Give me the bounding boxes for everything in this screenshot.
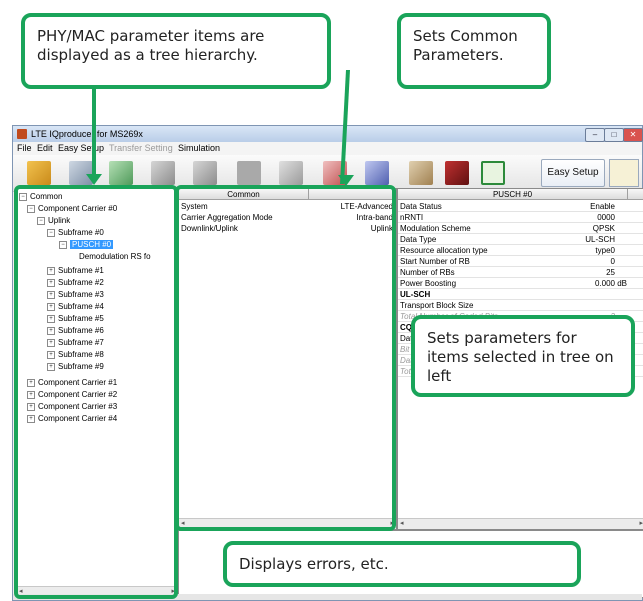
- table-row[interactable]: Data Status Enable: [398, 201, 643, 212]
- row-name: Data Type: [400, 235, 437, 244]
- row-name: Modulation Scheme: [400, 224, 471, 233]
- row-name: Power Boosting: [400, 279, 457, 288]
- pusch-header: PUSCH #0: [398, 189, 628, 200]
- row-name: Start Number of RB: [400, 257, 470, 266]
- row-value: 0000: [597, 213, 615, 222]
- scroll-left-icon[interactable]: ◂: [400, 519, 404, 529]
- table-row[interactable]: Number of RBs 25: [398, 267, 643, 278]
- row-name: Data Status: [400, 202, 442, 211]
- table-row[interactable]: nRNTI 0000: [398, 212, 643, 223]
- table-row[interactable]: Modulation Scheme QPSK: [398, 223, 643, 234]
- errors-callout: Displays errors, etc.: [223, 541, 581, 587]
- row-name: UL-SCH: [400, 290, 431, 299]
- menu-simulation[interactable]: Simulation: [178, 142, 220, 155]
- row-value: Enable: [590, 202, 615, 211]
- close-button[interactable]: ✕: [623, 128, 643, 142]
- app-icon: [17, 129, 27, 139]
- graph-icon[interactable]: [109, 161, 133, 185]
- row-value: type0: [595, 246, 615, 255]
- table-row[interactable]: Power Boosting 0.000 dB: [398, 278, 643, 289]
- minimize-button[interactable]: –: [585, 128, 605, 142]
- tree-callout: PHY/MAC parameter items are displayed as…: [21, 13, 331, 89]
- row-name: Resource allocation type: [400, 246, 488, 255]
- export-icon[interactable]: [481, 161, 505, 185]
- common-highlight-frame: [175, 185, 396, 531]
- window-title: LTE IQproducer for MS269x: [31, 129, 143, 139]
- stop-icon[interactable]: [237, 161, 261, 185]
- table-row[interactable]: UL-SCH: [398, 289, 643, 300]
- maximize-button[interactable]: □: [604, 128, 624, 142]
- common-arrow-icon: [338, 175, 354, 186]
- table-row[interactable]: Data Type UL-SCH: [398, 234, 643, 245]
- row-name: Number of RBs: [400, 268, 455, 277]
- transfer-icon[interactable]: [279, 161, 303, 185]
- table-row[interactable]: Transport Block Size: [398, 300, 643, 311]
- scroll-right-icon[interactable]: ▸: [639, 519, 643, 529]
- row-value: UL-SCH: [585, 235, 615, 244]
- tree-highlight-frame: [14, 185, 178, 599]
- calculate-icon[interactable]: [151, 161, 175, 185]
- row-value: 0.000: [594, 279, 615, 288]
- easy-setup-panel-icon[interactable]: [609, 159, 639, 187]
- menu-transfer-setting[interactable]: Transfer Setting: [109, 142, 173, 155]
- title-bar: LTE IQproducer for MS269x – □ ✕: [13, 126, 643, 142]
- menu-bar: File Edit Easy Setup Transfer Setting Si…: [13, 142, 642, 155]
- menu-edit[interactable]: Edit: [37, 142, 53, 155]
- calculate-all-icon[interactable]: [193, 161, 217, 185]
- easy-setup-button[interactable]: Easy Setup: [541, 159, 605, 187]
- row-unit: dB: [617, 279, 627, 288]
- fft-icon[interactable]: [409, 161, 433, 185]
- menu-file[interactable]: File: [17, 142, 32, 155]
- tree-arrow-icon: [86, 174, 102, 185]
- pusch-horizontal-scrollbar[interactable]: ◂ ▸: [398, 518, 643, 529]
- ccdf-icon[interactable]: [365, 161, 389, 185]
- row-name: nRNTI: [400, 213, 424, 222]
- table-row[interactable]: Resource allocation type type0: [398, 245, 643, 256]
- row-value: QPSK: [592, 224, 615, 233]
- common-callout: Sets Common Parameters.: [397, 13, 551, 89]
- constellation-icon[interactable]: [445, 161, 469, 185]
- open-icon[interactable]: [27, 161, 51, 185]
- row-name: Transport Block Size: [400, 301, 474, 310]
- row-value: 0: [610, 257, 615, 266]
- menu-easy-setup[interactable]: Easy Setup: [58, 142, 104, 155]
- tree-connector-line: [92, 84, 96, 176]
- params-callout: Sets parameters for items selected in tr…: [411, 315, 635, 397]
- row-value: 25: [606, 268, 615, 277]
- pusch-header-extra: [628, 189, 643, 200]
- table-row[interactable]: Start Number of RB 0: [398, 256, 643, 267]
